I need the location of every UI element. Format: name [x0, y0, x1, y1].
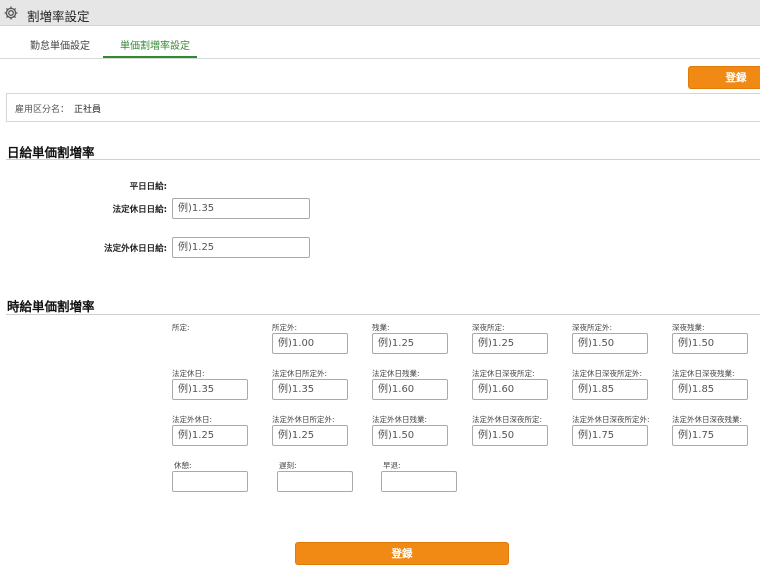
hourly-input-night-overtime[interactable]: [672, 333, 748, 354]
hourly-label-night-non-scheduled: 深夜所定外:: [572, 323, 613, 332]
hourly-input-non-scheduled[interactable]: [272, 333, 348, 354]
active-tab-indicator: [103, 56, 197, 58]
non-legal-holiday-daily-label: 法定外休日日給:: [104, 244, 167, 254]
title-bar: 割増率設定: [0, 0, 760, 26]
hourly-label-legal-holiday-night-overtime: 法定休日深夜残業:: [672, 369, 735, 378]
hourly-label-legal-holiday-overtime: 法定休日残業:: [372, 369, 420, 378]
hourly-label-non-legal-holiday-night-scheduled: 法定外休日深夜所定:: [472, 415, 543, 424]
page-title: 割増率設定: [27, 9, 90, 24]
hourly-label-legal-holiday: 法定休日:: [172, 369, 205, 378]
hourly-input-night-scheduled[interactable]: [472, 333, 548, 354]
hourly-input-late[interactable]: [277, 471, 353, 492]
hourly-label-legal-holiday-night-scheduled: 法定休日深夜所定:: [472, 369, 535, 378]
tab-bar: 勤怠単価設定 単価割増率設定: [0, 26, 760, 59]
hourly-input-non-legal-holiday-night-scheduled[interactable]: [472, 425, 548, 446]
hourly-input-legal-holiday-night-non-scheduled[interactable]: [572, 379, 648, 400]
hourly-input-non-legal-holiday-overtime[interactable]: [372, 425, 448, 446]
register-button-top[interactable]: 登録: [688, 66, 760, 89]
hourly-label-night-scheduled: 深夜所定:: [472, 323, 505, 332]
hourly-label-scheduled: 所定:: [172, 323, 190, 332]
hourly-label-late: 遅刻:: [279, 461, 297, 470]
hourly-label-legal-holiday-night-non-scheduled: 法定休日深夜所定外:: [572, 369, 643, 378]
hourly-input-legal-holiday[interactable]: [172, 379, 248, 400]
hourly-label-non-legal-holiday: 法定外休日:: [172, 415, 213, 424]
non-legal-holiday-daily-input[interactable]: [172, 237, 310, 258]
hourly-label-non-legal-holiday-non-scheduled: 法定外休日所定外:: [272, 415, 335, 424]
hourly-label-non-legal-holiday-overtime: 法定外休日残業:: [372, 415, 428, 424]
register-button-bottom[interactable]: 登録: [295, 542, 509, 565]
hourly-section-title: 時給単価割増率: [7, 299, 95, 314]
hourly-label-early-leave: 早退:: [383, 461, 401, 470]
employment-category-label: 雇用区分名：: [15, 105, 70, 115]
gear-icon: [4, 6, 18, 20]
hourly-input-non-legal-holiday[interactable]: [172, 425, 248, 446]
tab-unit-price-premium-rate[interactable]: 単価割増率設定: [120, 37, 190, 52]
hourly-input-legal-holiday-non-scheduled[interactable]: [272, 379, 348, 400]
hourly-label-non-legal-holiday-night-overtime: 法定外休日深夜残業:: [672, 415, 743, 424]
hourly-input-overtime[interactable]: [372, 333, 448, 354]
hourly-label-non-scheduled: 所定外:: [272, 323, 298, 332]
hourly-label-legal-holiday-non-scheduled: 法定休日所定外:: [272, 369, 328, 378]
hourly-label-night-overtime: 深夜残業:: [672, 323, 705, 332]
tab-attendance-unit-price[interactable]: 勤怠単価設定: [30, 37, 90, 52]
hourly-section-divider: [6, 314, 760, 315]
hourly-input-non-legal-holiday-night-overtime[interactable]: [672, 425, 748, 446]
hourly-input-break[interactable]: [172, 471, 248, 492]
hourly-label-overtime: 残業:: [372, 323, 390, 332]
daily-section-divider: [6, 159, 760, 160]
hourly-input-non-legal-holiday-night-non-scheduled[interactable]: [572, 425, 648, 446]
legal-holiday-daily-input[interactable]: [172, 198, 310, 219]
legal-holiday-daily-label: 法定休日日給:: [112, 205, 167, 215]
employment-category-value: 正社員: [74, 105, 102, 115]
employment-category-box: 雇用区分名： 正社員: [6, 93, 760, 122]
hourly-input-legal-holiday-night-overtime[interactable]: [672, 379, 748, 400]
hourly-label-break: 休憩:: [174, 461, 192, 470]
hourly-input-non-legal-holiday-non-scheduled[interactable]: [272, 425, 348, 446]
hourly-input-night-non-scheduled[interactable]: [572, 333, 648, 354]
weekday-daily-label: 平日日給:: [129, 182, 167, 192]
hourly-input-legal-holiday-overtime[interactable]: [372, 379, 448, 400]
hourly-input-early-leave[interactable]: [381, 471, 457, 492]
hourly-input-legal-holiday-night-scheduled[interactable]: [472, 379, 548, 400]
hourly-label-non-legal-holiday-night-non-scheduled: 法定外休日深夜所定外:: [572, 415, 650, 424]
